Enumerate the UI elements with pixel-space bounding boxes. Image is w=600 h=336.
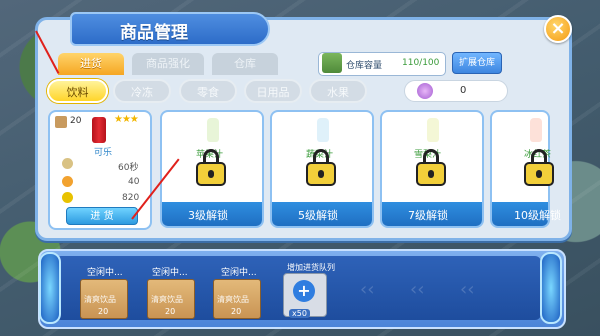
padlock-icon xyxy=(306,149,336,187)
queue-slot-label: 清爽饮品 xyxy=(217,295,249,304)
restock-button[interactable]: 进 货 xyxy=(66,207,138,225)
padlock-icon xyxy=(524,149,554,187)
queue-slot-status: 空闲中... xyxy=(87,268,123,278)
warehouse-icon xyxy=(322,53,342,73)
juice-bottle-icon xyxy=(427,118,439,142)
category-daily-goods[interactable]: 日用品 xyxy=(244,79,302,103)
product-stat-2: 40 xyxy=(128,177,140,187)
timer-icon xyxy=(62,158,73,169)
queue-slot-label: 清爽饮品 xyxy=(84,295,116,304)
queue-slot-count: 20 xyxy=(231,307,242,316)
add-queue-label: 增加进货队列 xyxy=(287,263,335,272)
cola-can-icon xyxy=(92,117,106,143)
add-queue-cost: x50 xyxy=(289,309,310,318)
unlock-requirement: 5级解锁 xyxy=(298,209,338,222)
panel-title: 商品管理 xyxy=(120,23,188,43)
plus-icon: + xyxy=(293,280,315,302)
queue-slot-status: 空闲中... xyxy=(152,268,188,278)
category-fruit[interactable]: 水果 xyxy=(309,79,367,103)
padlock-icon xyxy=(416,149,446,187)
product-stat-3: 820 xyxy=(122,193,140,203)
restock-time: 60秒 xyxy=(118,163,139,173)
tab-product-upgrade[interactable]: 商品强化 xyxy=(132,53,204,75)
tab-warehouse[interactable]: 仓库 xyxy=(212,53,278,75)
juice-bottle-icon xyxy=(317,118,329,142)
unlock-requirement: 7级解锁 xyxy=(408,209,448,222)
unlock-requirement: 3级解锁 xyxy=(188,209,228,222)
chevron-left-icon: ‹‹ xyxy=(360,279,375,300)
product-name: 可乐 xyxy=(94,148,113,158)
storage-value: 110/100 xyxy=(402,58,440,68)
juice-bottle-icon xyxy=(530,118,542,142)
padlock-icon xyxy=(196,149,226,187)
storage-label: 仓库容量 xyxy=(346,61,383,71)
smile-icon xyxy=(62,176,73,187)
expand-warehouse-button[interactable]: 扩展仓库 xyxy=(452,52,502,74)
queue-slot-count: 20 xyxy=(98,307,109,316)
chevron-left-icon: ‹‹ xyxy=(460,279,475,300)
gem-icon xyxy=(417,83,433,99)
portal-right-icon xyxy=(540,252,562,324)
queue-slot-count: 20 xyxy=(165,307,176,316)
coin-icon xyxy=(62,192,73,203)
queue-slot-label: 清爽饮品 xyxy=(151,295,183,304)
category-drinks[interactable]: 饮料 xyxy=(47,79,108,103)
close-button[interactable]: × xyxy=(544,15,572,43)
portal-left-icon xyxy=(39,252,61,324)
product-level: 20 xyxy=(70,116,82,126)
queue-slot-status: 空闲中... xyxy=(221,268,257,278)
unlock-requirement: 10级解锁 xyxy=(514,209,561,222)
category-snacks[interactable]: 零食 xyxy=(179,79,237,103)
level-icon xyxy=(55,116,67,128)
tab-restock[interactable]: 进货 xyxy=(58,53,124,75)
currency-value: 0 xyxy=(460,85,467,96)
star-rating: ★★★ xyxy=(114,114,139,125)
category-frozen[interactable]: 冷冻 xyxy=(113,79,171,103)
juice-bottle-icon xyxy=(207,118,219,142)
chevron-left-icon: ‹‹ xyxy=(410,279,425,300)
